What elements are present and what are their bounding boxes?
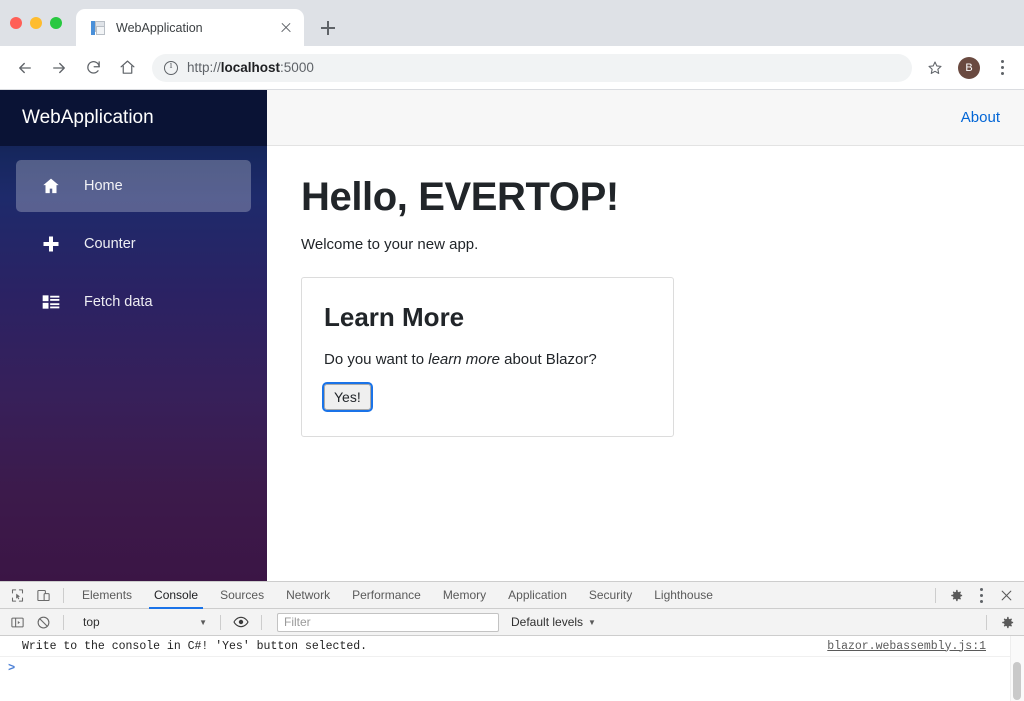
card-title: Learn More xyxy=(324,302,465,332)
divider xyxy=(63,587,64,603)
tab-network[interactable]: Network xyxy=(275,582,341,609)
card-text: Do you want to learn more about Blazor? xyxy=(324,351,651,368)
sidebar-item-label: Fetch data xyxy=(84,294,153,310)
sidebar-item-label: Home xyxy=(84,178,123,194)
tab-sources[interactable]: Sources xyxy=(209,582,275,609)
card-text-before: Do you want to xyxy=(324,351,429,368)
card-text-emphasis: learn more xyxy=(428,351,500,368)
home-icon xyxy=(40,175,62,197)
browser-toolbar: http://localhost:5000 B xyxy=(0,46,1024,90)
avatar[interactable]: B xyxy=(958,56,980,79)
arrow-left-icon[interactable] xyxy=(10,53,40,83)
device-toolbar-icon[interactable] xyxy=(30,582,56,608)
chevron-down-icon: ▼ xyxy=(199,617,207,627)
console-sidebar-icon[interactable] xyxy=(4,609,30,635)
learn-more-card: Learn More Do you want to learn more abo… xyxy=(301,277,674,437)
card-text-after: about Blazor? xyxy=(499,351,597,368)
kebab-menu-icon[interactable] xyxy=(990,55,1014,81)
page-viewport: WebApplication Home Counter Fetch data A… xyxy=(0,90,1024,581)
console-message-source[interactable]: blazor.webassembly.js:1 xyxy=(827,640,1014,653)
app-sidebar: WebApplication Home Counter Fetch data xyxy=(0,90,267,581)
tab-performance[interactable]: Performance xyxy=(341,582,432,609)
tab-lighthouse[interactable]: Lighthouse xyxy=(643,582,724,609)
sidebar-item-label: Counter xyxy=(84,236,136,252)
console-output[interactable]: Write to the console in C#! 'Yes' button… xyxy=(0,636,1024,701)
app-topbar: About xyxy=(267,90,1024,146)
eye-icon[interactable] xyxy=(228,609,254,635)
console-levels-select[interactable]: Default levels ▼ xyxy=(511,615,596,629)
yes-button[interactable]: Yes! xyxy=(322,382,373,412)
address-bar[interactable]: http://localhost:5000 xyxy=(152,53,912,82)
browser-tab[interactable]: WebApplication xyxy=(76,9,304,46)
divider xyxy=(220,614,221,630)
inspect-element-icon[interactable] xyxy=(4,582,30,608)
console-filter-input[interactable] xyxy=(277,612,499,632)
browser-tabstrip: WebApplication xyxy=(0,0,1024,46)
app-brand-title: WebApplication xyxy=(22,107,154,128)
page-title: Hello, EVERTOP! xyxy=(301,175,619,219)
browser-window: WebApplication http://localhost:5000 B xyxy=(0,0,1024,701)
console-message-row: Write to the console in C#! 'Yes' button… xyxy=(0,636,1024,657)
console-context-value: top xyxy=(83,615,100,629)
tab-elements[interactable]: Elements xyxy=(71,582,143,609)
close-icon[interactable] xyxy=(278,20,294,36)
list-icon xyxy=(40,291,62,313)
home-icon[interactable] xyxy=(112,53,142,83)
tab-application[interactable]: Application xyxy=(497,582,578,609)
devtools-tabs: Elements Console Sources Network Perform… xyxy=(71,582,724,609)
address-bar-url: http://localhost:5000 xyxy=(187,60,314,75)
tab-console[interactable]: Console xyxy=(143,582,209,609)
console-context-select[interactable]: top ▼ xyxy=(75,613,213,632)
kebab-menu-icon[interactable] xyxy=(969,582,993,608)
info-circle-icon[interactable] xyxy=(164,59,178,75)
divider xyxy=(261,614,262,630)
console-levels-label: Default levels xyxy=(511,615,584,629)
console-prompt-row[interactable]: > xyxy=(0,657,1024,678)
arrow-right-icon[interactable] xyxy=(44,53,74,83)
sidebar-nav: Home Counter Fetch data xyxy=(0,146,267,328)
gear-icon[interactable] xyxy=(994,609,1020,635)
divider xyxy=(986,614,987,630)
tab-security[interactable]: Security xyxy=(578,582,643,609)
console-message-text: Write to the console in C#! 'Yes' button… xyxy=(22,639,368,653)
gear-icon[interactable] xyxy=(943,582,969,608)
devtools-panel: Elements Console Sources Network Perform… xyxy=(0,581,1024,701)
divider xyxy=(63,614,64,630)
star-icon[interactable] xyxy=(922,55,948,81)
devtools-tabbar-actions xyxy=(928,582,1024,608)
devtools-console-filterbar: top ▼ Default levels ▼ xyxy=(0,609,1024,636)
chevron-down-icon: ▼ xyxy=(588,617,596,627)
divider xyxy=(935,587,936,603)
new-tab-button[interactable] xyxy=(314,14,342,42)
zoom-window-button[interactable] xyxy=(50,17,62,29)
clear-console-icon[interactable] xyxy=(30,609,56,635)
devtools-tabbar: Elements Console Sources Network Perform… xyxy=(0,582,1024,609)
welcome-text: Welcome to your new app. xyxy=(301,236,479,253)
about-link[interactable]: About xyxy=(961,109,1000,126)
sidebar-item-home[interactable]: Home xyxy=(16,160,251,212)
tab-memory[interactable]: Memory xyxy=(432,582,497,609)
reload-icon[interactable] xyxy=(78,53,108,83)
window-traffic-lights xyxy=(10,0,76,46)
sidebar-item-counter[interactable]: Counter xyxy=(16,218,251,270)
main-content: Hello, EVERTOP! Welcome to your new app.… xyxy=(267,146,1024,437)
console-prompt-arrow: > xyxy=(8,660,16,675)
minimize-window-button[interactable] xyxy=(30,17,42,29)
page-icon xyxy=(90,20,106,36)
console-scrollbar[interactable] xyxy=(1013,662,1021,700)
sidebar-item-fetch-data[interactable]: Fetch data xyxy=(16,276,251,328)
browser-tab-title: WebApplication xyxy=(116,20,203,35)
app-content: About Hello, EVERTOP! Welcome to your ne… xyxy=(267,90,1024,581)
plus-icon xyxy=(40,233,62,255)
app-brand[interactable]: WebApplication xyxy=(0,90,267,146)
close-icon[interactable] xyxy=(993,582,1019,608)
close-window-button[interactable] xyxy=(10,17,22,29)
